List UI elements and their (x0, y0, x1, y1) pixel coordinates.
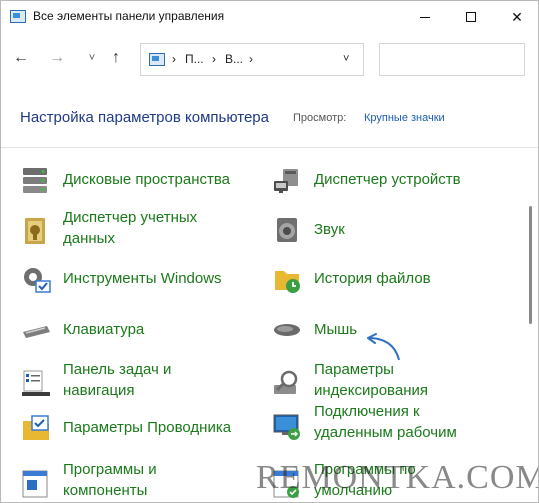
vertical-scrollbar[interactable] (526, 148, 536, 502)
watermark-logo: REMONTKA.COM (256, 459, 539, 496)
close-icon: ✕ (511, 8, 523, 25)
credential-manager-icon (25, 218, 45, 244)
indexing-icon (274, 370, 298, 394)
keyboard-icon (23, 326, 50, 338)
mouse-icon (274, 324, 300, 336)
item-label: Панель задач и навигация (63, 361, 172, 399)
arrow-up-icon: ↑ (112, 49, 120, 66)
page-title: Настройка параметров компьютера (20, 109, 269, 126)
recent-locations-button[interactable]: ˅ (81, 47, 103, 69)
close-button[interactable]: ✕ (494, 1, 538, 33)
search-input[interactable] (379, 43, 525, 76)
device-manager-icon (274, 169, 298, 193)
annotation-arrow-icon (367, 333, 400, 361)
item-explorer-options[interactable]: Параметры Проводника (20, 412, 250, 444)
control-panel-window: Все элементы панели управления ✕ ← → ˅ ↑… (0, 0, 539, 503)
item-indexing-options[interactable]: Параметры индексирования (271, 361, 501, 404)
item-label: Дисковые пространства (63, 171, 231, 188)
programs-icon (22, 470, 48, 498)
item-windows-tools[interactable]: Инструменты Windows (20, 263, 250, 295)
window-title: Все элементы панели управления (33, 9, 225, 23)
item-label: Мышь (314, 321, 358, 338)
control-panel-icon (149, 53, 165, 66)
chevron-down-icon: ˅ (88, 52, 96, 64)
control-panel-items: Дисковые пространства Диспетчер устройст… (1, 148, 538, 502)
item-file-history[interactable]: История файлов (271, 263, 501, 295)
item-remote-desktop[interactable]: Подключения к удаленным рабочим (271, 403, 501, 446)
up-button[interactable]: ↑ (105, 47, 127, 69)
item-label: Диспетчер устройств (314, 171, 461, 188)
address-dropdown-icon[interactable]: ˅ (343, 53, 349, 65)
item-label: Клавиатура (63, 321, 145, 338)
minimize-button[interactable] (402, 1, 448, 33)
sound-icon (277, 218, 297, 242)
scrollbar-thumb[interactable] (529, 206, 532, 324)
navigation-bar: ← → ˅ ↑ › П... › В... › ˅ (1, 39, 538, 79)
item-label: История файлов (314, 270, 431, 287)
remote-desktop-icon (273, 414, 300, 440)
windows-tools-icon (24, 268, 51, 293)
minimize-icon (420, 16, 430, 18)
item-keyboard[interactable]: Клавиатура (20, 314, 250, 346)
item-label: Подключения к удаленным рабочим (314, 403, 457, 441)
item-programs-features[interactable]: Программы и компоненты (20, 461, 250, 502)
explorer-options-icon (23, 415, 49, 440)
breadcrumb-segment-1[interactable]: П... (185, 52, 204, 66)
arrow-right-icon: → (49, 49, 65, 66)
item-storage-spaces[interactable]: Дисковые пространства (20, 164, 250, 196)
item-label: Параметры Проводника (63, 419, 232, 436)
item-credential-manager[interactable]: Диспетчер учетных данных (20, 209, 250, 252)
view-by-label: Просмотр: (293, 112, 347, 124)
back-button[interactable]: ← (10, 47, 32, 69)
arrow-left-icon: ← (13, 49, 29, 66)
item-label: Диспетчер учетных данных (63, 209, 198, 247)
taskbar-icon (22, 370, 50, 396)
item-device-manager[interactable]: Диспетчер устройств (271, 164, 501, 196)
item-label: Звук (314, 221, 345, 238)
address-bar[interactable]: › П... › В... › ˅ (140, 43, 364, 76)
maximize-icon (466, 12, 476, 22)
maximize-button[interactable] (448, 1, 494, 33)
storage-spaces-icon (23, 168, 47, 193)
view-by-dropdown[interactable]: Крупные значки (364, 112, 445, 124)
breadcrumb-separator: › (249, 52, 253, 66)
item-sound[interactable]: Звук (271, 214, 501, 246)
breadcrumb-separator: › (212, 52, 216, 66)
item-label: Инструменты Windows (63, 270, 222, 287)
breadcrumb-segment-2[interactable]: В... (225, 52, 243, 66)
breadcrumb-separator: › (172, 52, 176, 66)
item-label: Программы и компоненты (63, 461, 157, 499)
forward-button[interactable]: → (46, 47, 68, 69)
title-bar[interactable]: Все элементы панели управления ✕ (1, 1, 538, 33)
control-panel-icon (10, 10, 26, 23)
file-history-icon (275, 271, 300, 293)
item-taskbar[interactable]: Панель задач и навигация (20, 361, 250, 404)
